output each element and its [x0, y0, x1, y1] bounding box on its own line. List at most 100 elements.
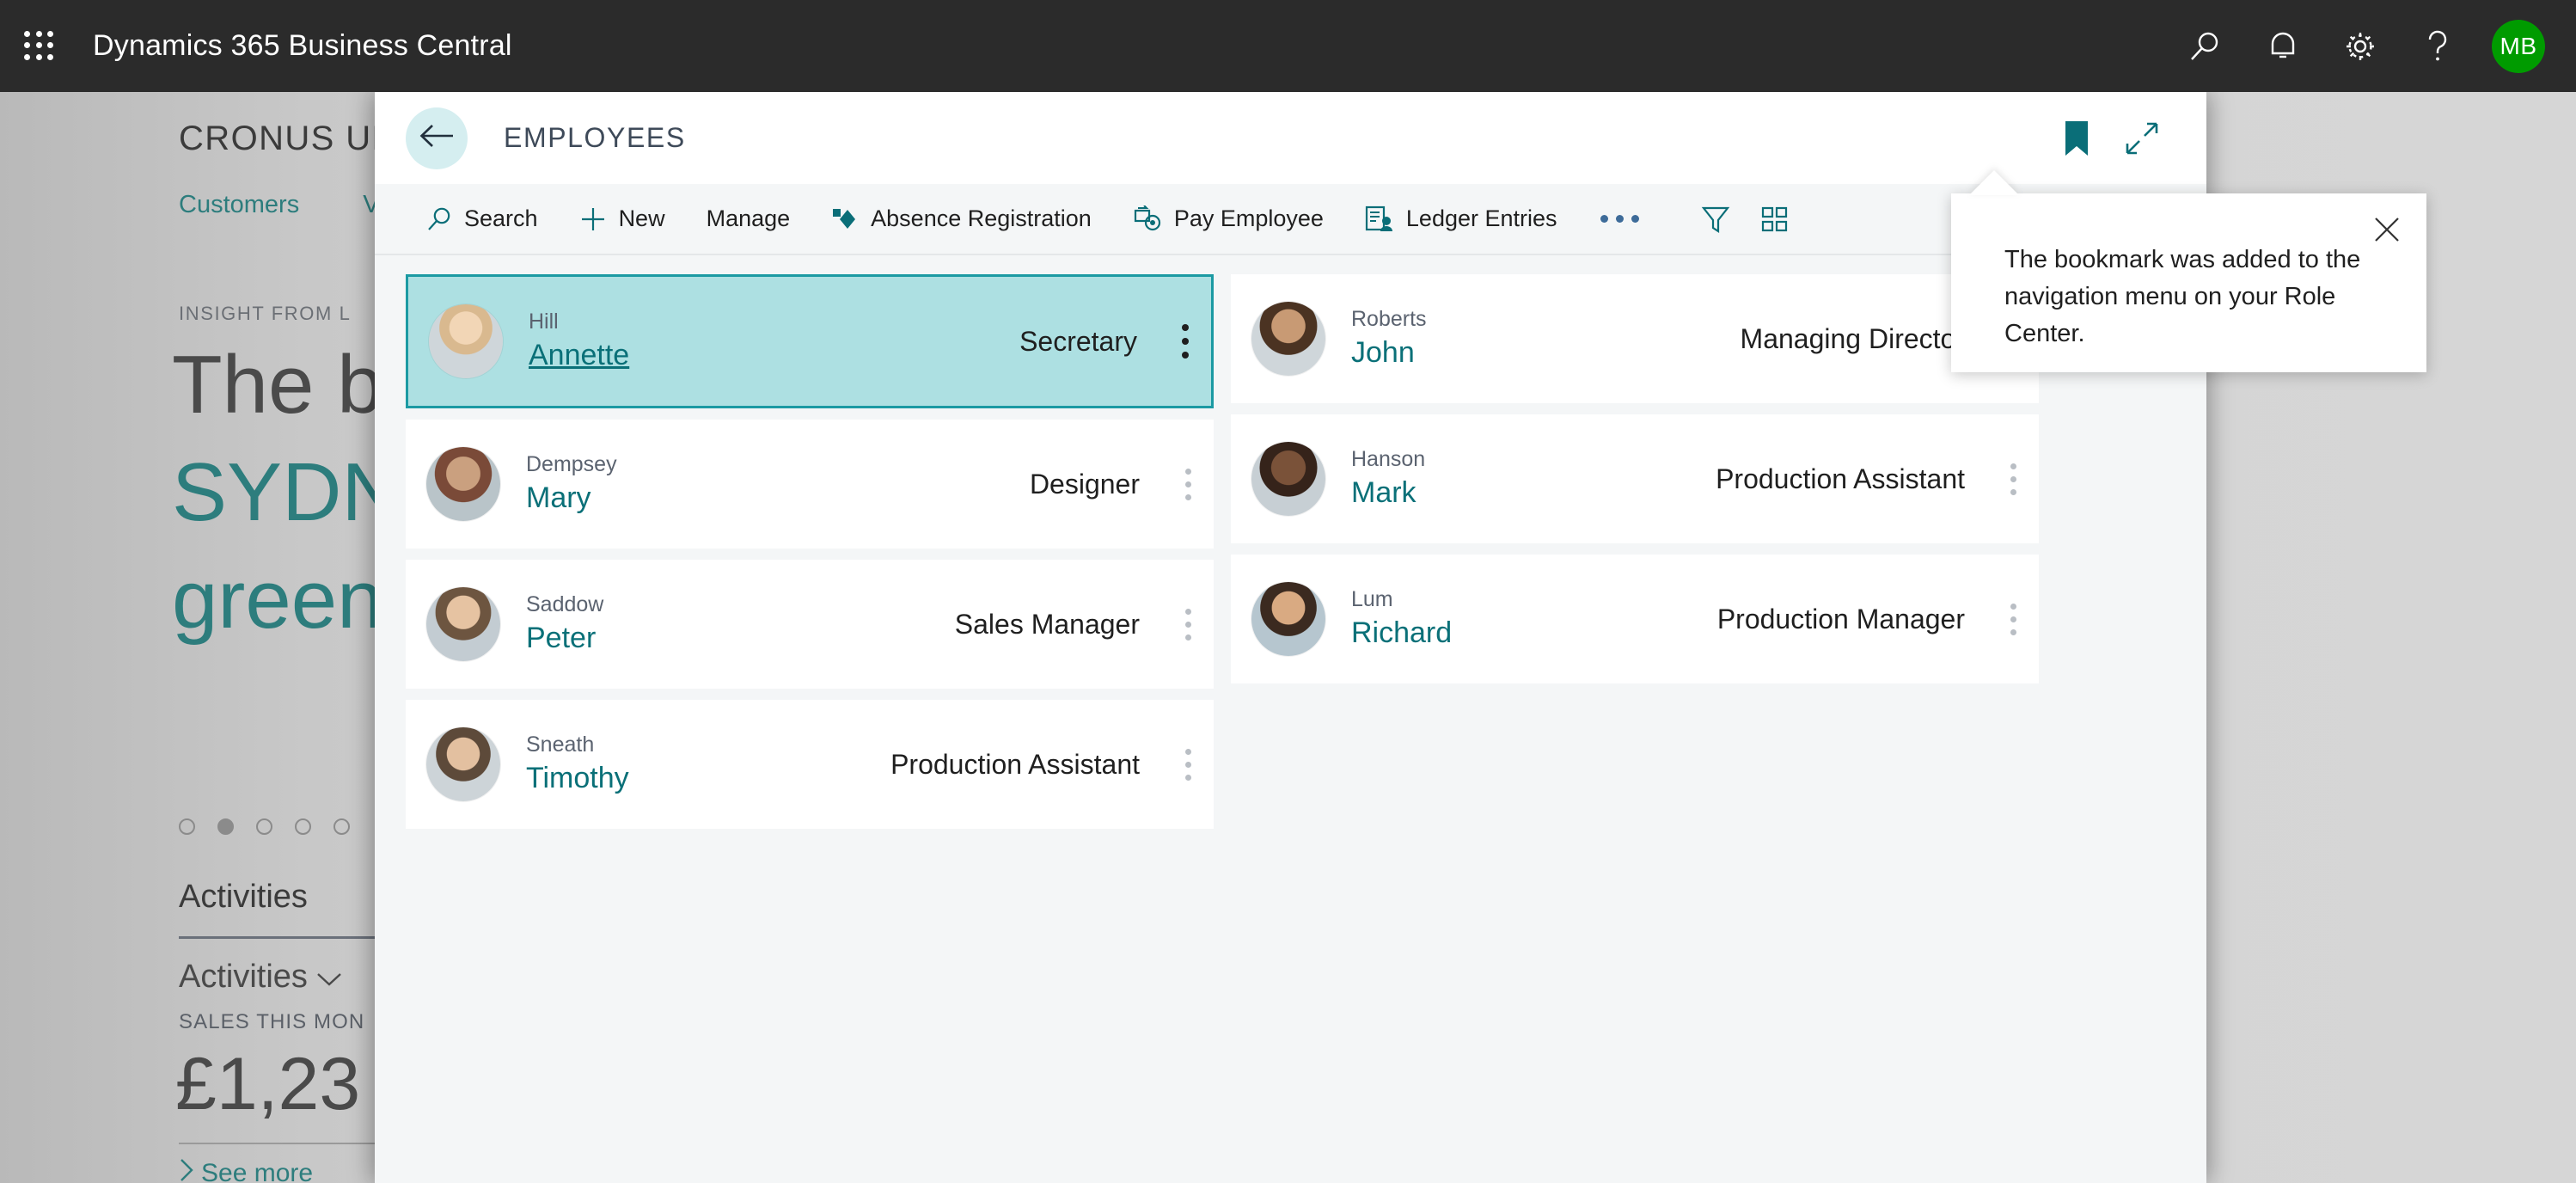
background-nav: Customers V [179, 191, 380, 219]
carousel-dot-4[interactable] [295, 818, 311, 835]
gear-icon[interactable] [2322, 0, 2399, 92]
employee-first-name-link[interactable]: John [1351, 334, 1427, 371]
employee-first-name-link[interactable]: Richard [1351, 614, 1452, 652]
employee-name-block: Saddow Peter [526, 592, 603, 656]
app-title: Dynamics 365 Business Central [93, 29, 512, 62]
chevron-right-icon [179, 1158, 194, 1183]
toolbar-pay-employee-button[interactable]: Pay Employee [1112, 183, 1344, 254]
employee-first-name-link[interactable]: Peter [526, 619, 603, 657]
employees-modal: EMPLOYEES Search New Manage Absence Regi… [375, 92, 2206, 1183]
toolbar-search-button[interactable]: Search [406, 183, 559, 254]
more-options-icon[interactable] [1987, 555, 2039, 683]
carousel-dot-1[interactable] [179, 818, 195, 835]
close-icon[interactable] [2368, 211, 2406, 248]
avatar [1251, 582, 1325, 656]
toolbar-new-label: New [618, 205, 665, 231]
toolbar-absence-registration-button[interactable]: Absence Registration [811, 183, 1112, 254]
employee-job-title: Production Assistant [1716, 463, 1965, 494]
employee-card-hill-annette[interactable]: Hill Annette Secretary [406, 274, 1214, 408]
avatar [1251, 442, 1325, 516]
toolbar-manage-button[interactable]: Manage [686, 183, 811, 254]
employee-job-title: Managing Director [1740, 322, 1965, 354]
employee-card-dempsey-mary[interactable]: Dempsey Mary Designer [406, 420, 1214, 549]
background-sales-amount: £1,23 [175, 1043, 361, 1125]
background-activities-header: Activities [179, 879, 308, 915]
employee-job-title: Designer [1029, 468, 1140, 500]
pay-employee-icon [1133, 205, 1162, 233]
toolbar-view-controls [1686, 183, 1806, 254]
plus-icon [579, 205, 607, 233]
filter-funnel-icon[interactable] [1686, 183, 1746, 254]
employee-name-block: Hill Annette [529, 309, 629, 373]
background-headline-1: The b [172, 339, 383, 431]
background-activities-dropdown[interactable]: Activities [179, 959, 342, 996]
more-options-icon[interactable] [1162, 420, 1214, 549]
more-options-icon[interactable] [1162, 700, 1214, 829]
tile-view-icon[interactable] [1746, 183, 1806, 254]
action-toolbar: Search New Manage Absence Registration P… [375, 184, 2206, 255]
background-carousel-dots[interactable] [179, 818, 350, 835]
question-icon[interactable] [2399, 0, 2476, 92]
absence-registration-icon [831, 206, 859, 232]
carousel-dot-2[interactable] [217, 818, 234, 835]
employee-card-lum-richard[interactable]: Lum Richard Production Manager [1231, 555, 2039, 683]
toolbar-new-button[interactable]: New [559, 183, 686, 254]
background-nav-item-customers[interactable]: Customers [179, 191, 299, 219]
employee-column-left: Hill Annette Secretary Dempsey Mary Desi… [406, 274, 1214, 829]
bookmark-filled-icon[interactable] [2064, 120, 2090, 156]
employee-first-name-link[interactable]: Annette [529, 336, 629, 374]
callout-pointer [1969, 170, 2019, 195]
search-icon[interactable] [2167, 0, 2244, 92]
carousel-dot-3[interactable] [256, 818, 272, 835]
employee-first-name-link[interactable]: Mary [526, 479, 617, 517]
more-options-icon[interactable] [1162, 560, 1214, 689]
more-options-icon[interactable] [1987, 414, 2039, 543]
page-title: EMPLOYEES [504, 122, 686, 153]
employee-first-name-link[interactable]: Mark [1351, 474, 1425, 512]
avatar[interactable]: MB [2492, 19, 2545, 73]
global-top-bar: Dynamics 365 Business Central MB [0, 0, 2576, 92]
employee-card-grid: Hill Annette Secretary Dempsey Mary Desi… [375, 255, 2206, 829]
employee-first-name-link[interactable]: Timothy [526, 759, 629, 797]
more-options-icon[interactable] [1160, 277, 1211, 406]
avatar [1251, 302, 1325, 376]
bookmark-added-callout: The bookmark was added to the navigation… [1951, 193, 2426, 372]
employee-name-block: Hanson Mark [1351, 446, 1425, 511]
employee-job-title: Sales Manager [954, 608, 1140, 640]
app-launcher-icon[interactable] [24, 30, 55, 62]
employee-last-name: Roberts [1351, 307, 1427, 332]
carousel-dot-5[interactable] [333, 818, 350, 835]
background-company-name: CRONUS UK [179, 120, 396, 157]
background-see-more-link[interactable]: See more [179, 1158, 313, 1183]
avatar [426, 727, 500, 801]
background-insight-label: INSIGHT FROM L [179, 303, 352, 324]
search-icon [426, 206, 452, 232]
employee-last-name: Saddow [526, 592, 604, 617]
employee-card-roberts-john[interactable]: Roberts John Managing Director [1231, 274, 2039, 403]
top-bar-actions: MB [2167, 0, 2576, 92]
background-headline-2: SYDN [172, 446, 401, 538]
employee-last-name: Sneath [526, 732, 595, 757]
employee-card-sneath-timothy[interactable]: Sneath Timothy Production Assistant [406, 700, 1214, 829]
avatar [426, 447, 500, 521]
employee-job-title: Production Assistant [890, 748, 1140, 780]
toolbar-absence-registration-label: Absence Registration [871, 205, 1092, 231]
toolbar-search-label: Search [464, 205, 538, 231]
employee-last-name: Hanson [1351, 447, 1426, 472]
arrow-left-icon [419, 123, 455, 153]
avatar [429, 304, 503, 378]
background-see-more-label: See more [201, 1159, 314, 1183]
employee-card-hanson-mark[interactable]: Hanson Mark Production Assistant [1231, 414, 2039, 543]
bell-icon[interactable] [2244, 0, 2322, 92]
toolbar-ledger-entries-button[interactable]: Ledger Entries [1344, 183, 1578, 254]
toolbar-manage-label: Manage [706, 205, 791, 231]
callout-message: The bookmark was added to the navigation… [2004, 246, 2361, 347]
expand-diagonal-icon[interactable] [2126, 122, 2158, 155]
chevron-down-icon [316, 959, 342, 996]
toolbar-overflow-button[interactable] [1578, 183, 1661, 254]
background-headline-3: green [172, 554, 383, 646]
employee-card-saddow-peter[interactable]: Saddow Peter Sales Manager [406, 560, 1214, 689]
employee-name-block: Roberts John [1351, 306, 1427, 371]
employee-column-right: Roberts John Managing Director Hanson Ma… [1231, 274, 2039, 829]
back-button[interactable] [406, 107, 468, 169]
